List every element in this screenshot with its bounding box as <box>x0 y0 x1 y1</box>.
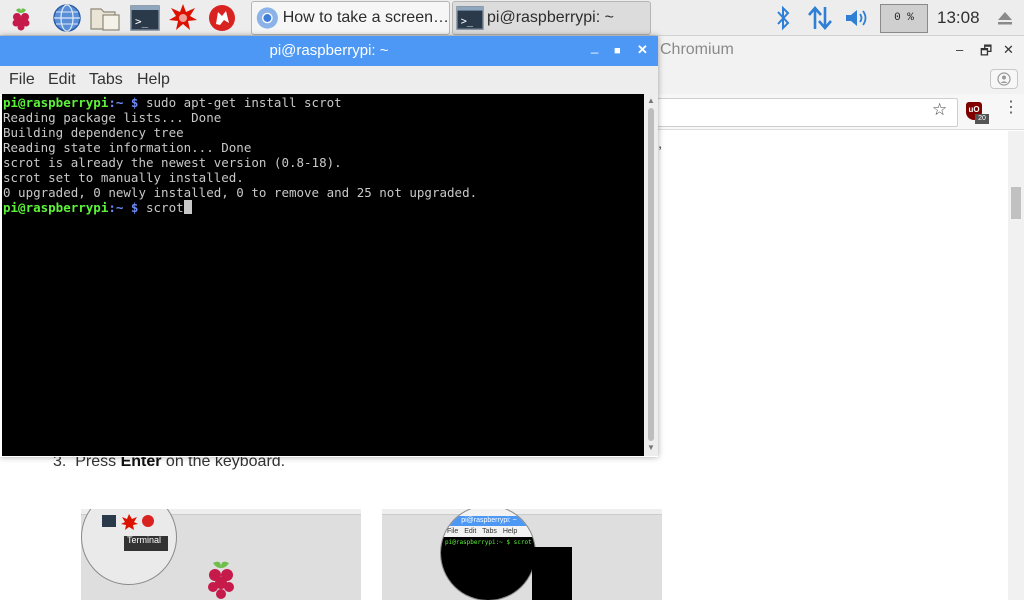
taskbar-item-terminal[interactable]: >_ pi@raspberrypi: ~ <box>452 1 651 35</box>
terminal-window: pi@raspberrypi: ~ _ ■ ✕ File Edit Tabs H… <box>0 36 658 457</box>
bookmark-star-icon[interactable]: ☆ <box>932 100 947 120</box>
thumb-menu-item: Tabs <box>482 528 497 535</box>
minimize-button[interactable]: _ <box>591 40 598 54</box>
window-title: pi@raspberrypi: ~ <box>269 42 389 59</box>
prompt-user: pi@raspberrypi <box>3 200 109 215</box>
scroll-up-arrow-icon[interactable]: ▲ <box>645 96 657 105</box>
magnifier-lens <box>81 509 177 585</box>
terminal-icon: >_ <box>456 6 484 30</box>
terminal-scrollbar-thumb[interactable] <box>648 108 654 441</box>
thumb-menu-item: Help <box>502 528 518 535</box>
magnifier-lens: pi@raspberrypi: ~ File Edit Tabs Help pi… <box>440 509 536 600</box>
terminal-line: Building dependency tree <box>3 125 184 140</box>
web-browser-launcher[interactable] <box>51 2 83 34</box>
volume-icon <box>846 10 867 26</box>
maximize-button[interactable]: 🗗 <box>980 42 992 64</box>
terminal-line: 0 upgraded, 0 newly installed, 0 to remo… <box>3 185 478 200</box>
volume-button[interactable] <box>842 3 872 33</box>
svg-text:>_: >_ <box>461 17 474 28</box>
terminal-line: scrot set to manually installed. <box>3 170 244 185</box>
menu-help[interactable]: Help <box>137 71 170 89</box>
menu-file[interactable]: File <box>9 71 35 89</box>
top-panel: >_ How to take a screen… >_ pi@raspberry… <box>0 0 1024 36</box>
terminal-line: pi@raspberrypi:~ $ scrot <box>3 200 644 215</box>
text-cursor <box>183 200 192 214</box>
wolfram-launcher[interactable] <box>206 2 238 34</box>
terminal-line: Reading package lists... Done <box>3 110 222 125</box>
tutorial-image-1: Terminal <box>81 509 361 600</box>
clock[interactable]: 13:08 <box>937 0 980 36</box>
browser-menu-button[interactable]: ⋮ <box>1003 100 1019 116</box>
window-title: Chromium <box>660 41 734 58</box>
wolfram-icon <box>209 5 235 31</box>
globe-icon <box>53 4 81 32</box>
terminal-menubar: File Edit Tabs Help <box>0 66 658 94</box>
profile-icon <box>997 72 1011 86</box>
prompt-path: :~ $ <box>108 200 139 215</box>
taskbar-item-label: pi@raspberrypi: ~ <box>487 9 614 26</box>
eject-button[interactable] <box>992 3 1018 33</box>
terminal-line: Reading state information... Done <box>3 140 252 155</box>
profile-button[interactable] <box>990 69 1018 89</box>
mathematica-launcher[interactable] <box>167 2 199 34</box>
thumb-term-title: pi@raspberrypi: ~ <box>441 516 535 526</box>
folder-icon <box>90 8 120 31</box>
bluetooth-icon <box>777 5 790 31</box>
terminal-launcher[interactable]: >_ <box>129 2 161 34</box>
mathematica-icon <box>169 4 197 30</box>
scroll-down-arrow-icon[interactable]: ▼ <box>645 443 657 452</box>
file-manager-launcher[interactable] <box>89 2 121 34</box>
page-scrollbar-thumb[interactable] <box>1011 187 1021 219</box>
thumb-term-body: pi@raspberrypi:~ $ scrot <box>441 537 535 600</box>
thumb-launchers-icon <box>102 514 168 551</box>
thumb-panel <box>382 509 662 515</box>
chromium-icon <box>256 7 278 29</box>
thumb-tooltip: Terminal <box>127 535 162 545</box>
menu-tabs[interactable]: Tabs <box>89 71 123 89</box>
terminal-output[interactable]: pi@raspberrypi:~ $ sudo apt-get install … <box>2 94 644 456</box>
terminal-icon: >_ <box>130 5 160 31</box>
minimize-button[interactable]: – <box>956 42 963 57</box>
maximize-button[interactable]: ■ <box>614 44 621 58</box>
bluetooth-button[interactable] <box>770 3 796 33</box>
raspberry-menu-button[interactable] <box>5 2 37 34</box>
network-arrows-icon <box>808 6 832 30</box>
thumb-term-edge <box>532 547 572 600</box>
tutorial-image-2: pi@raspberrypi: ~ File Edit Tabs Help pi… <box>382 509 662 600</box>
menu-edit[interactable]: Edit <box>48 71 76 89</box>
desktop: >_ How to take a screen… >_ pi@raspberry… <box>0 0 1024 600</box>
close-button[interactable]: ✕ <box>637 43 648 57</box>
thumb-menu-item: Edit <box>464 528 477 535</box>
terminal-line: pi@raspberrypi:~ $ sudo apt-get install … <box>3 95 644 110</box>
ublock-badge: 20 <box>975 114 989 124</box>
prompt-user: pi@raspberrypi <box>3 95 109 110</box>
taskbar-item-chromium[interactable]: How to take a screen… <box>251 1 450 35</box>
raspberry-icon <box>12 8 30 31</box>
prompt-path: :~ $ <box>108 95 139 110</box>
command-text: sudo apt-get install scrot <box>138 95 342 110</box>
thumb-term-menu: File Edit Tabs Help <box>447 528 517 535</box>
address-bar[interactable] <box>640 98 958 127</box>
svg-text:>_: >_ <box>135 15 149 28</box>
command-text: scrot <box>138 200 184 215</box>
network-button[interactable] <box>804 3 836 33</box>
terminal-title-bar[interactable]: pi@raspberrypi: ~ _ ■ ✕ <box>0 36 658 66</box>
cpu-monitor[interactable]: 0 % <box>880 4 928 33</box>
raspberry-logo-icon <box>208 561 234 599</box>
close-button[interactable]: ✕ <box>1003 42 1014 58</box>
eject-icon <box>998 12 1012 25</box>
taskbar-item-label: How to take a screen… <box>282 9 449 26</box>
terminal-line: scrot is already the newest version (0.8… <box>3 155 342 170</box>
thumb-menu-item: File <box>447 528 459 535</box>
